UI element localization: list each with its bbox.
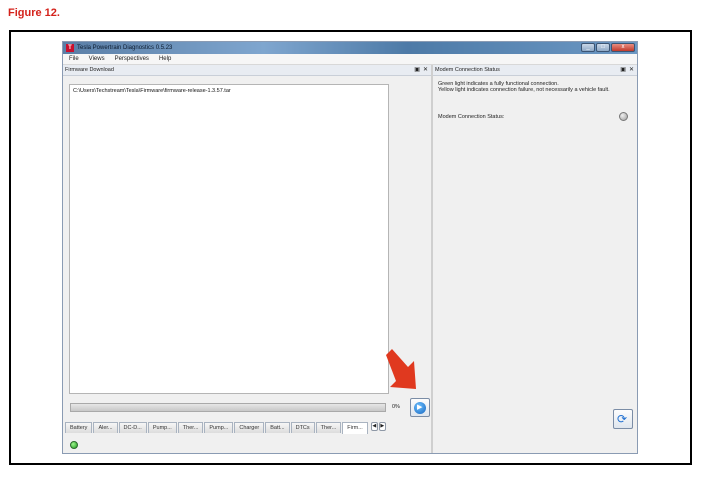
modem-panel-header: Modem Connection Status ▣ ✕: [433, 65, 637, 76]
progress-percent: 0%: [392, 404, 400, 410]
view-tabs: Battery Aler... DC-D... Pump... Ther... …: [65, 422, 386, 434]
tab-dtcs[interactable]: DTCs: [290, 422, 315, 433]
tab-battery-2[interactable]: Batt...: [265, 422, 290, 433]
maximize-panel-icon[interactable]: ▣: [414, 65, 420, 75]
menu-help[interactable]: Help: [153, 54, 175, 64]
tab-thermal-1[interactable]: Ther...: [177, 422, 204, 433]
firmware-file-path: C:\Users\Techstream\Tesla\Firmware\firmw…: [73, 88, 231, 94]
tab-charger[interactable]: Charger: [234, 422, 265, 433]
firmware-panel-title: Firmware Download: [65, 67, 114, 73]
modem-status-light: [619, 112, 628, 121]
start-download-button[interactable]: ▶: [410, 398, 430, 417]
refresh-icon: ⟳: [617, 412, 628, 426]
minimize-icon[interactable]: _: [581, 43, 595, 52]
menu-bar: File Views Perspectives Help: [63, 54, 637, 65]
red-arrow-icon: [386, 349, 416, 389]
tesla-icon: T: [66, 44, 74, 52]
download-progress-bar: [70, 403, 386, 412]
tab-pump-1[interactable]: Pump...: [147, 422, 177, 433]
app-window: T Tesla Powertrain Diagnostics 0.5.23 _ …: [62, 41, 638, 454]
maximize-panel-icon[interactable]: ▣: [620, 65, 626, 75]
tab-scroll-left-icon[interactable]: ◀: [370, 422, 378, 431]
connection-status-led: [70, 441, 78, 449]
tab-scroll-controls: ◀ ▶: [370, 422, 386, 434]
modem-status-label: Modem Connection Status:: [438, 114, 505, 120]
tab-dc-dc[interactable]: DC-D...: [118, 422, 147, 433]
refresh-button[interactable]: ⟳: [613, 409, 633, 429]
firmware-panel-header: Firmware Download ▣ ✕: [63, 65, 431, 76]
title-bar[interactable]: T Tesla Powertrain Diagnostics 0.5.23 _ …: [63, 42, 637, 54]
tab-firmware[interactable]: Firm...: [342, 422, 368, 434]
tab-scroll-right-icon[interactable]: ▶: [378, 422, 386, 431]
menu-file[interactable]: File: [63, 54, 83, 64]
modem-description: Green light indicates a fully functional…: [438, 81, 633, 93]
menu-perspectives[interactable]: Perspectives: [109, 54, 153, 64]
modem-line-yellow: Yellow light indicates connection failur…: [438, 87, 610, 93]
tab-thermal-2[interactable]: Ther...: [315, 422, 342, 433]
modem-panel-title: Modem Connection Status: [435, 67, 500, 73]
firmware-file-area[interactable]: C:\Users\Techstream\Tesla\Firmware\firmw…: [69, 84, 389, 394]
window-title: Tesla Powertrain Diagnostics 0.5.23: [77, 45, 173, 51]
figure-caption: Figure 12.: [8, 7, 60, 19]
menu-views[interactable]: Views: [83, 54, 109, 64]
close-panel-icon[interactable]: ✕: [423, 65, 428, 75]
panel-splitter[interactable]: [431, 65, 433, 453]
close-icon[interactable]: x: [611, 43, 635, 52]
tab-alerts[interactable]: Aler...: [93, 422, 118, 433]
tab-pump-2[interactable]: Pump...: [204, 422, 234, 433]
play-icon: ▶: [414, 402, 426, 414]
tab-battery[interactable]: Battery: [65, 422, 93, 433]
window-controls: _ □ x: [581, 43, 635, 53]
restore-icon[interactable]: □: [596, 43, 610, 52]
close-panel-icon[interactable]: ✕: [629, 65, 634, 75]
